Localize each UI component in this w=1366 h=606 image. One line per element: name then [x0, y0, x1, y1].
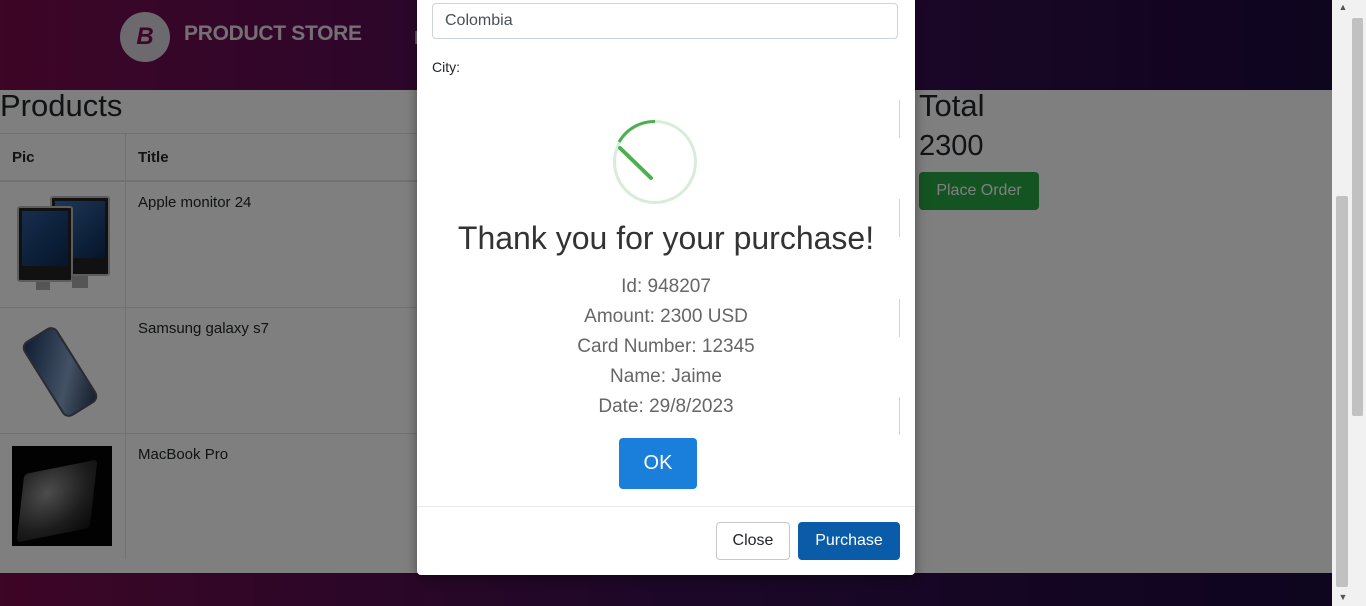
place-order-modal: City: Thank you for your purchase! Id: 9… [417, 0, 915, 575]
order-amount-text: Amount: 2300 USD [584, 306, 748, 327]
customer-name-text: Name: Jaime [610, 366, 722, 387]
alert-title: Thank you for your purchase! [457, 220, 875, 256]
scroll-down-arrow-icon[interactable]: ▼ [1336, 590, 1350, 604]
success-check-icon [613, 120, 697, 204]
outer-scrollbar-thumb[interactable] [1352, 18, 1363, 416]
purchase-button[interactable]: Purchase [798, 522, 900, 560]
order-date-text: Date: 29/8/2023 [598, 396, 734, 417]
page-scrollbar-thumb[interactable] [1336, 196, 1348, 587]
order-id-text: Id: 948207 [621, 276, 711, 297]
ok-button[interactable]: OK [619, 438, 697, 489]
scroll-up-arrow-icon[interactable]: ▲ [1336, 0, 1350, 14]
store-page: B PRODUCT STORE H Products Pic Title App… [0, 0, 1332, 606]
close-button[interactable]: Close [716, 522, 790, 560]
card-number-text: Card Number: 12345 [577, 336, 755, 357]
purchase-success-alert: Thank you for your purchase! Id: 948207 … [417, 0, 915, 494]
modal-footer: Close Purchase [417, 506, 915, 576]
alert-details: Id: 948207 Amount: 2300 USD Card Number:… [417, 272, 915, 422]
